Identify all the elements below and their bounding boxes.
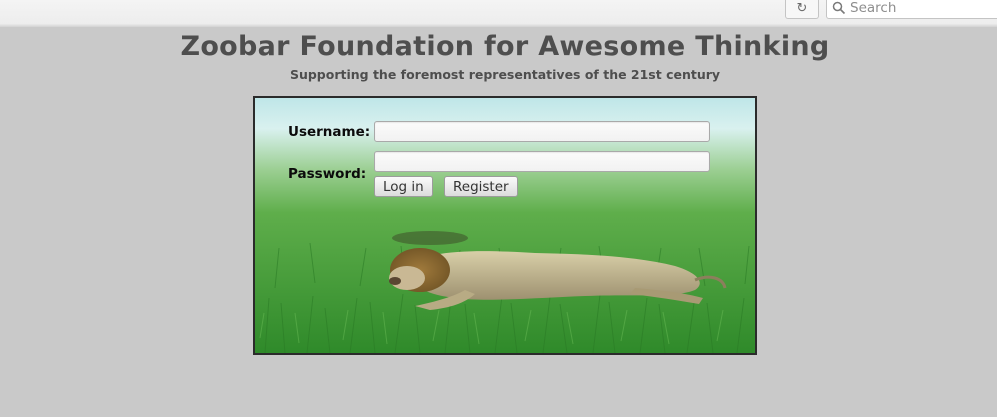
login-button[interactable]: Log in xyxy=(374,176,433,197)
reload-button[interactable]: ↻ xyxy=(785,0,819,19)
username-row: Username: xyxy=(288,124,370,140)
search-input[interactable] xyxy=(846,0,997,17)
reload-icon: ↻ xyxy=(796,0,808,16)
password-row: Password: xyxy=(288,166,366,182)
page-subtitle: Supporting the foremost representatives … xyxy=(289,67,721,82)
search-icon xyxy=(832,1,846,15)
page-title: Zoobar Foundation for Awesome Thinking xyxy=(180,31,830,62)
password-label: Password: xyxy=(288,166,367,182)
password-input[interactable] xyxy=(374,151,710,172)
username-input[interactable] xyxy=(374,121,710,142)
login-panel: Username: Password: Log in Register xyxy=(253,96,757,355)
toolbar-divider xyxy=(0,24,997,27)
browser-search-box[interactable] xyxy=(826,0,997,19)
register-button[interactable]: Register xyxy=(444,176,518,197)
username-label: Username: xyxy=(288,124,371,140)
browser-toolbar: ↻ xyxy=(0,0,997,25)
